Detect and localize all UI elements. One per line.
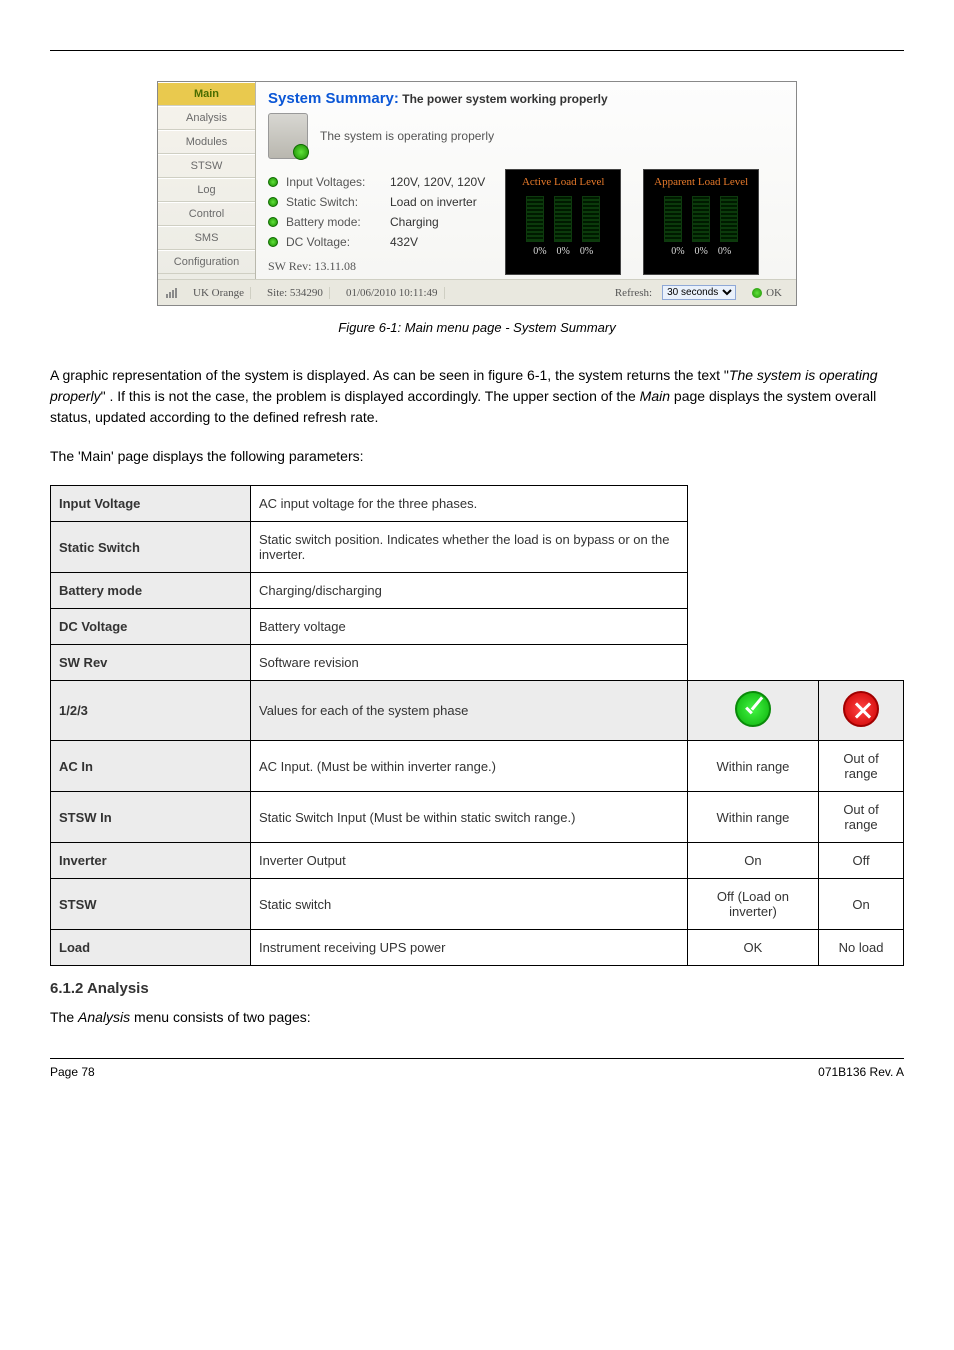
label-input-voltages: Input Voltages: [286, 175, 382, 189]
apparent-pct-3: 0% [718, 246, 731, 257]
t2-r1-c1: AC In [51, 741, 251, 792]
nav-modules[interactable]: Modules [158, 130, 255, 154]
t2-r5-c1: Load [51, 930, 251, 966]
analysis-text: The Analysis menu consists of two pages: [50, 1007, 904, 1028]
nav-configuration[interactable]: Configuration [158, 250, 255, 274]
t2-r5-c3: OK [687, 930, 818, 966]
t2-r5-c2: Instrument receiving UPS power [251, 930, 688, 966]
device-icon [268, 113, 308, 159]
refresh-label: Refresh: [615, 287, 652, 299]
check-icon [735, 691, 771, 727]
analysis-heading: 6.1.2 Analysis [50, 980, 904, 997]
t2-h-ok [687, 681, 818, 741]
signal-icon [166, 288, 177, 298]
nav-log[interactable]: Log [158, 178, 255, 202]
t1-r3-c2: Charging/discharging [251, 573, 688, 609]
datetime-label: 01/06/2010 10:11:49 [340, 287, 445, 299]
nav-stsw[interactable]: STSW [158, 154, 255, 178]
paragraph-2: The 'Main' page displays the following p… [50, 446, 904, 467]
apparent-load-gauge: Apparent Load Level 0% 0% 0% [643, 169, 759, 275]
t2-r1-c4: Out of range [819, 741, 904, 792]
status-dot-icon [268, 177, 278, 187]
t1-r2-c2: Static switch position. Indicates whethe… [251, 522, 688, 573]
t2-r4-c1: STSW [51, 879, 251, 930]
ok-dot-icon [752, 288, 762, 298]
t2-r4-c3: Off (Load on inverter) [687, 879, 818, 930]
value-battery-mode: Charging [390, 215, 439, 229]
t2-h-fail [819, 681, 904, 741]
t1-r1-c1: Input Voltage [51, 486, 251, 522]
nav-analysis[interactable]: Analysis [158, 106, 255, 130]
t1-r5-c2: Software revision [251, 645, 688, 681]
t2-h-c1: 1/2/3 [51, 681, 251, 741]
device-status-msg: The system is operating properly [320, 129, 494, 143]
status-bar: UK Orange Site: 534290 01/06/2010 10:11:… [158, 279, 796, 305]
t2-r2-c2: Static Switch Input (Must be within stat… [251, 792, 688, 843]
summary-title: System Summary: [268, 90, 399, 107]
t1-r1-c2: AC input voltage for the three phases. [251, 486, 688, 522]
active-pct-3: 0% [580, 246, 593, 257]
figure-caption: Figure 6-1: Main menu page - System Summ… [338, 320, 615, 335]
apparent-pct-1: 0% [671, 246, 684, 257]
t2-r3-c1: Inverter [51, 843, 251, 879]
t1-r4-c2: Battery voltage [251, 609, 688, 645]
t2-r5-c4: No load [819, 930, 904, 966]
apparent-pct-2: 0% [695, 246, 708, 257]
t2-r4-c4: On [819, 879, 904, 930]
t2-r2-c3: Within range [687, 792, 818, 843]
t2-r2-c4: Out of range [819, 792, 904, 843]
t1-r2-c1: Static Switch [51, 522, 251, 573]
label-battery-mode: Battery mode: [286, 215, 382, 229]
apparent-load-title: Apparent Load Level [648, 176, 754, 188]
active-load-gauge: Active Load Level 0% 0% 0% [505, 169, 621, 275]
site-label: Site: 534290 [261, 287, 330, 299]
t2-r3-c2: Inverter Output [251, 843, 688, 879]
nav-control[interactable]: Control [158, 202, 255, 226]
t2-h-c2: Values for each of the system phase [251, 681, 688, 741]
t1-r4-c1: DC Voltage [51, 609, 251, 645]
active-pct-1: 0% [533, 246, 546, 257]
value-static-switch: Load on inverter [390, 195, 477, 209]
system-summary-screenshot: Main Analysis Modules STSW Log Control S… [157, 81, 797, 306]
t2-r1-c2: AC Input. (Must be within inverter range… [251, 741, 688, 792]
t1-r5-c1: SW Rev [51, 645, 251, 681]
summary-subtitle: The power system working properly [402, 92, 607, 106]
status-dot-icon [268, 237, 278, 247]
label-dc-voltage: DC Voltage: [286, 235, 382, 249]
status-ok: OK [746, 287, 788, 299]
label-static-switch: Static Switch: [286, 195, 382, 209]
active-pct-2: 0% [557, 246, 570, 257]
value-dc-voltage: 432V [390, 235, 418, 249]
status-list: Input Voltages: 120V, 120V, 120V Static S… [268, 169, 485, 275]
nav-sms[interactable]: SMS [158, 226, 255, 250]
t1-r3-c1: Battery mode [51, 573, 251, 609]
operator-label: UK Orange [187, 287, 251, 299]
t2-r3-c3: On [687, 843, 818, 879]
t2-r4-c2: Static switch [251, 879, 688, 930]
footer-right: 071B136 Rev. A [818, 1065, 904, 1079]
active-load-title: Active Load Level [510, 176, 616, 188]
status-dot-icon [268, 197, 278, 207]
t2-r3-c4: Off [819, 843, 904, 879]
sw-rev: SW Rev: 13.11.08 [268, 259, 485, 274]
paragraph-1: A graphic representation of the system i… [50, 365, 904, 428]
status-dot-icon [268, 217, 278, 227]
side-nav: Main Analysis Modules STSW Log Control S… [158, 82, 256, 279]
cross-icon [843, 691, 879, 727]
t2-r2-c1: STSW In [51, 792, 251, 843]
refresh-select[interactable]: 30 seconds [662, 285, 736, 300]
t2-r1-c3: Within range [687, 741, 818, 792]
value-input-voltages: 120V, 120V, 120V [390, 175, 485, 189]
parameters-table: Input VoltageAC input voltage for the th… [50, 485, 904, 966]
footer-left: Page 78 [50, 1065, 95, 1079]
nav-main[interactable]: Main [158, 82, 255, 106]
